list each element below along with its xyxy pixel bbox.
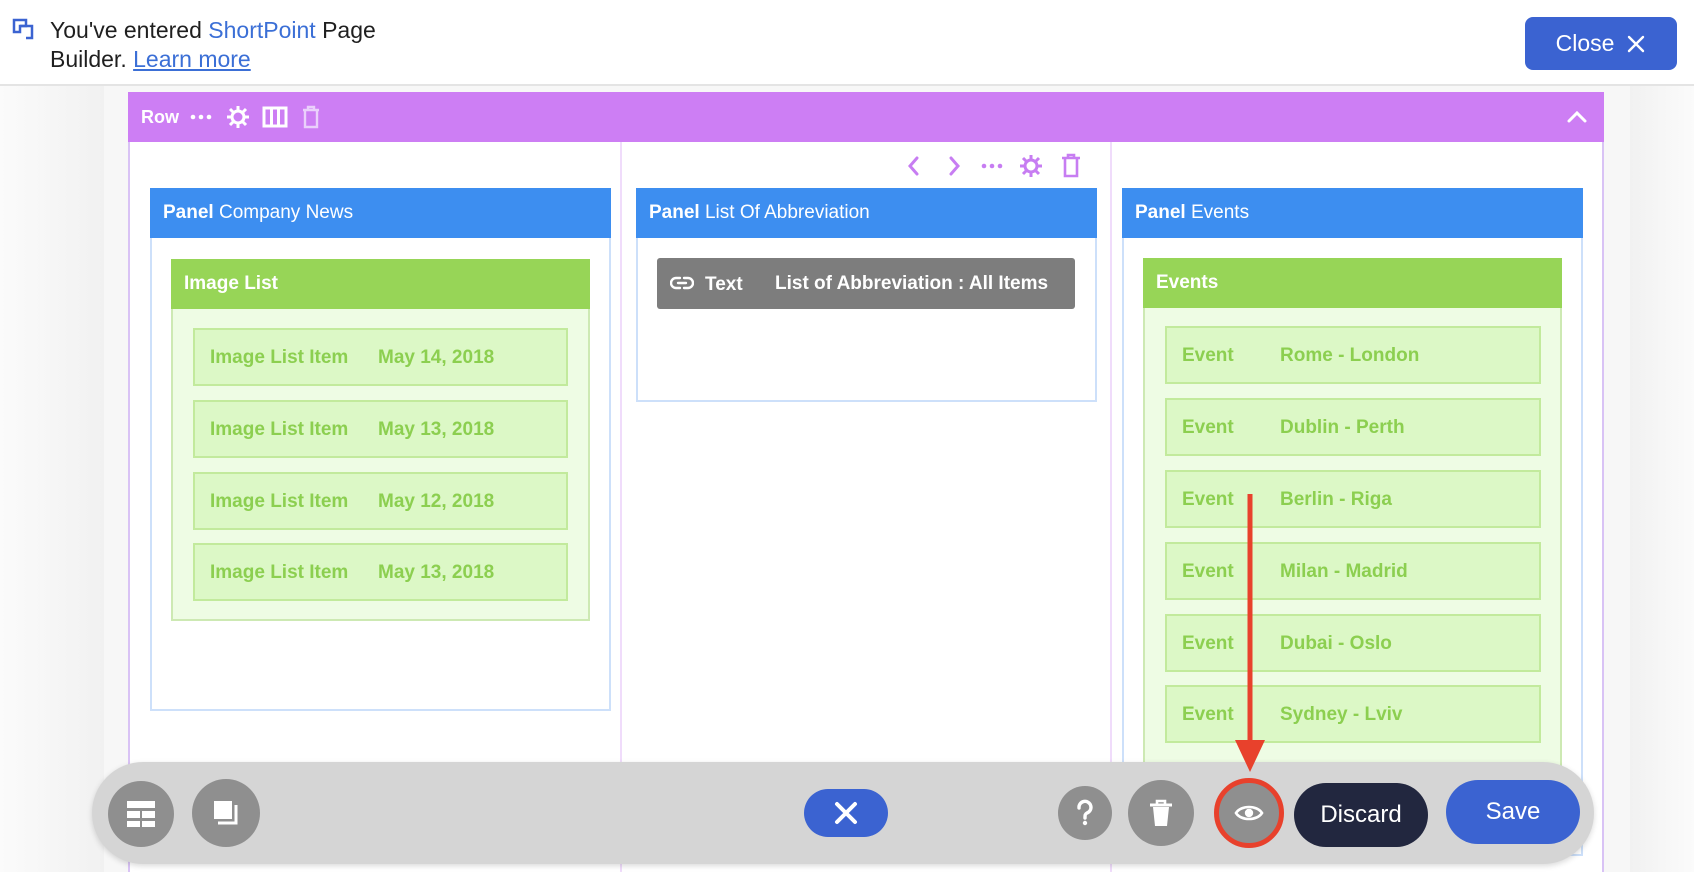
close-label: Close — [1555, 30, 1615, 56]
x-icon — [835, 802, 857, 824]
layers-icon — [214, 801, 238, 825]
event-route: Milan - Madrid — [1280, 561, 1408, 582]
link-icon — [670, 276, 694, 290]
right-gutter — [1630, 86, 1694, 872]
event-label: Event — [1182, 633, 1234, 654]
notice-line2: Builder. — [50, 46, 127, 72]
discard-button[interactable]: Discard — [1294, 783, 1428, 847]
item-label: Image List Item — [210, 562, 349, 583]
trash-icon[interactable] — [298, 104, 324, 130]
panel-header: Panel Events — [1122, 188, 1583, 238]
events-list[interactable]: Events Event Rome - London Event Dublin - … — [1143, 258, 1562, 838]
panel-prefix: Panel — [163, 202, 214, 223]
list-item[interactable]: Event Dublin - Perth — [1165, 398, 1541, 456]
image-list-header: Image List — [171, 259, 590, 309]
event-route: Rome - London — [1280, 345, 1420, 366]
panel-prefix: Panel — [1135, 202, 1186, 223]
event-label: Event — [1182, 345, 1234, 366]
panel-events[interactable]: Panel Events Events Event Rome - London E… — [1122, 188, 1583, 856]
list-item[interactable]: Image List Item May 12, 2018 — [193, 472, 568, 530]
list-item[interactable]: Image List Item May 13, 2018 — [193, 400, 568, 458]
event-route: Sydney - Lviv — [1280, 704, 1403, 725]
panel-header: Panel Company News — [150, 188, 611, 238]
cancel-edit-button[interactable] — [804, 789, 888, 837]
panel-title: List Of Abbreviation — [704, 202, 870, 223]
close-button[interactable]: Close — [1525, 17, 1677, 70]
chevron-left-icon[interactable] — [900, 152, 928, 180]
bottom-toolbar: Discard Save — [92, 762, 1594, 864]
list-item[interactable]: Image List Item May 14, 2018 — [193, 328, 568, 386]
notice-brand: ShortPoint — [208, 17, 316, 43]
item-label: Image List Item — [210, 419, 349, 440]
layout-button[interactable] — [108, 781, 174, 847]
shortpoint-logo-icon — [12, 18, 34, 40]
event-label: Event — [1182, 704, 1234, 725]
panel-title: Company News — [218, 202, 354, 223]
ellipsis-icon[interactable] — [978, 152, 1006, 180]
layout-icon — [127, 801, 155, 827]
item-date: May 14, 2018 — [378, 347, 495, 368]
text-element[interactable]: Text List of Abbreviation : All Items — [657, 258, 1075, 309]
trash-icon[interactable] — [1057, 152, 1085, 180]
item-date: May 13, 2018 — [378, 562, 495, 583]
delete-button[interactable] — [1128, 780, 1194, 846]
help-button[interactable] — [1058, 786, 1112, 840]
layers-button[interactable] — [192, 779, 260, 847]
gear-icon[interactable] — [1017, 152, 1045, 180]
event-label: Event — [1182, 561, 1234, 582]
trash-icon — [1150, 799, 1172, 826]
chevron-up-icon[interactable] — [1564, 104, 1590, 130]
panel-header: Panel List Of Abbreviation — [636, 188, 1097, 238]
save-button[interactable]: Save — [1446, 780, 1580, 844]
item-date: May 13, 2018 — [378, 419, 495, 440]
text-value: List of Abbreviation : All Items — [775, 273, 1049, 294]
row-toolbar: Row — [128, 92, 1604, 142]
text-label: Text — [705, 274, 743, 295]
panel-prefix: Panel — [649, 202, 700, 223]
panel-title: Events — [1190, 202, 1250, 223]
learn-more-link[interactable]: Learn more — [133, 46, 251, 72]
chevron-right-icon[interactable] — [940, 152, 968, 180]
notice-prefix: You've entered — [50, 17, 209, 43]
eye-icon — [1234, 805, 1264, 821]
list-item[interactable]: Event Berlin - Riga — [1165, 470, 1541, 528]
event-label: Event — [1182, 417, 1234, 438]
editor-stage: Row Panel Company News Image List Image … — [0, 86, 1694, 872]
events-header: Events — [1143, 258, 1562, 308]
builder-notice-bar: You've entered ShortPoint Page Builder. … — [0, 0, 1694, 86]
item-date: May 12, 2018 — [378, 491, 495, 512]
event-label: Event — [1182, 489, 1234, 510]
image-list[interactable]: Image List Image List Item May 14, 2018 I… — [171, 259, 590, 621]
list-item[interactable]: Event Milan - Madrid — [1165, 542, 1541, 600]
left-gutter — [0, 86, 104, 872]
list-item[interactable]: Image List Item May 13, 2018 — [193, 543, 568, 601]
panel-company-news[interactable]: Panel Company News Image List Image List… — [150, 188, 611, 711]
annotation-arrow-icon — [1235, 494, 1265, 772]
ellipsis-icon[interactable] — [188, 104, 214, 130]
preview-button[interactable] — [1214, 778, 1284, 848]
notice-text: You've entered ShortPoint Page Builder. … — [50, 16, 376, 74]
row-label: Row — [141, 107, 179, 127]
event-route: Dubai - Oslo — [1280, 633, 1392, 654]
help-icon — [1077, 799, 1093, 826]
list-item[interactable]: Event Sydney - Lviv — [1165, 685, 1541, 743]
close-icon — [1628, 35, 1645, 52]
item-label: Image List Item — [210, 347, 349, 368]
event-route: Dublin - Perth — [1280, 417, 1405, 438]
gear-icon[interactable] — [225, 104, 251, 130]
notice-suffix: Page — [315, 17, 376, 43]
event-route: Berlin - Riga — [1280, 489, 1392, 510]
list-item[interactable]: Event Dubai - Oslo — [1165, 614, 1541, 672]
item-label: Image List Item — [210, 491, 349, 512]
list-item[interactable]: Event Rome - London — [1165, 326, 1541, 384]
columns-icon[interactable] — [262, 104, 288, 130]
